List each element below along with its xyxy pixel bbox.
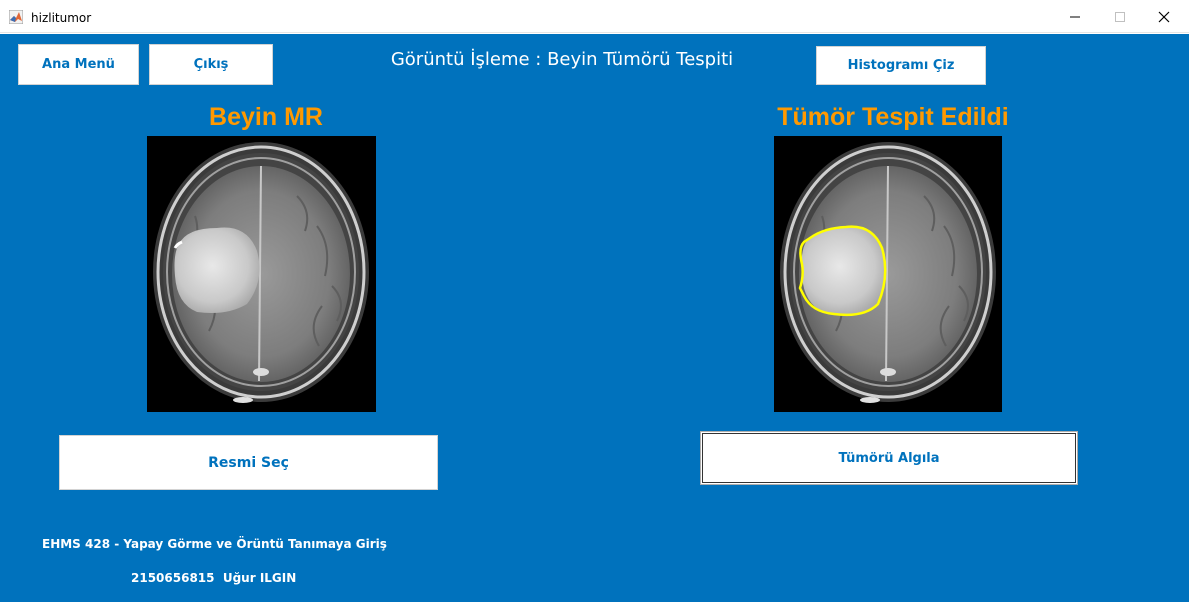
maximize-icon [1115, 12, 1125, 22]
course-label: EHMS 428 - Yapay Görme ve Örüntü Tanımay… [42, 537, 387, 551]
close-button[interactable] [1141, 0, 1187, 33]
minimize-button[interactable] [1052, 0, 1098, 33]
window-titlebar: hizlitumor [0, 0, 1189, 33]
tumoru-algila-button[interactable]: Tümörü Algıla [700, 431, 1078, 485]
right-panel-title: Tümör Tespit Edildi [777, 103, 1009, 131]
resmi-sec-button[interactable]: Resmi Seç [59, 435, 438, 490]
left-panel-title: Beyin MR [209, 103, 323, 131]
matlab-icon [8, 9, 24, 25]
maximize-button[interactable] [1097, 0, 1143, 33]
figure-canvas: Ana Menü Çıkış Görüntü İşleme : Beyin Tü… [0, 34, 1189, 602]
brain-mr-image [147, 136, 376, 412]
student-label: 2150656815 Uğur ILGIN [131, 571, 297, 585]
close-icon [1158, 11, 1170, 23]
minimize-icon [1070, 16, 1080, 18]
tumor-detected-image [774, 136, 1002, 412]
window-title: hizlitumor [31, 11, 92, 25]
histogram-button[interactable]: Histogramı Çiz [816, 46, 986, 85]
